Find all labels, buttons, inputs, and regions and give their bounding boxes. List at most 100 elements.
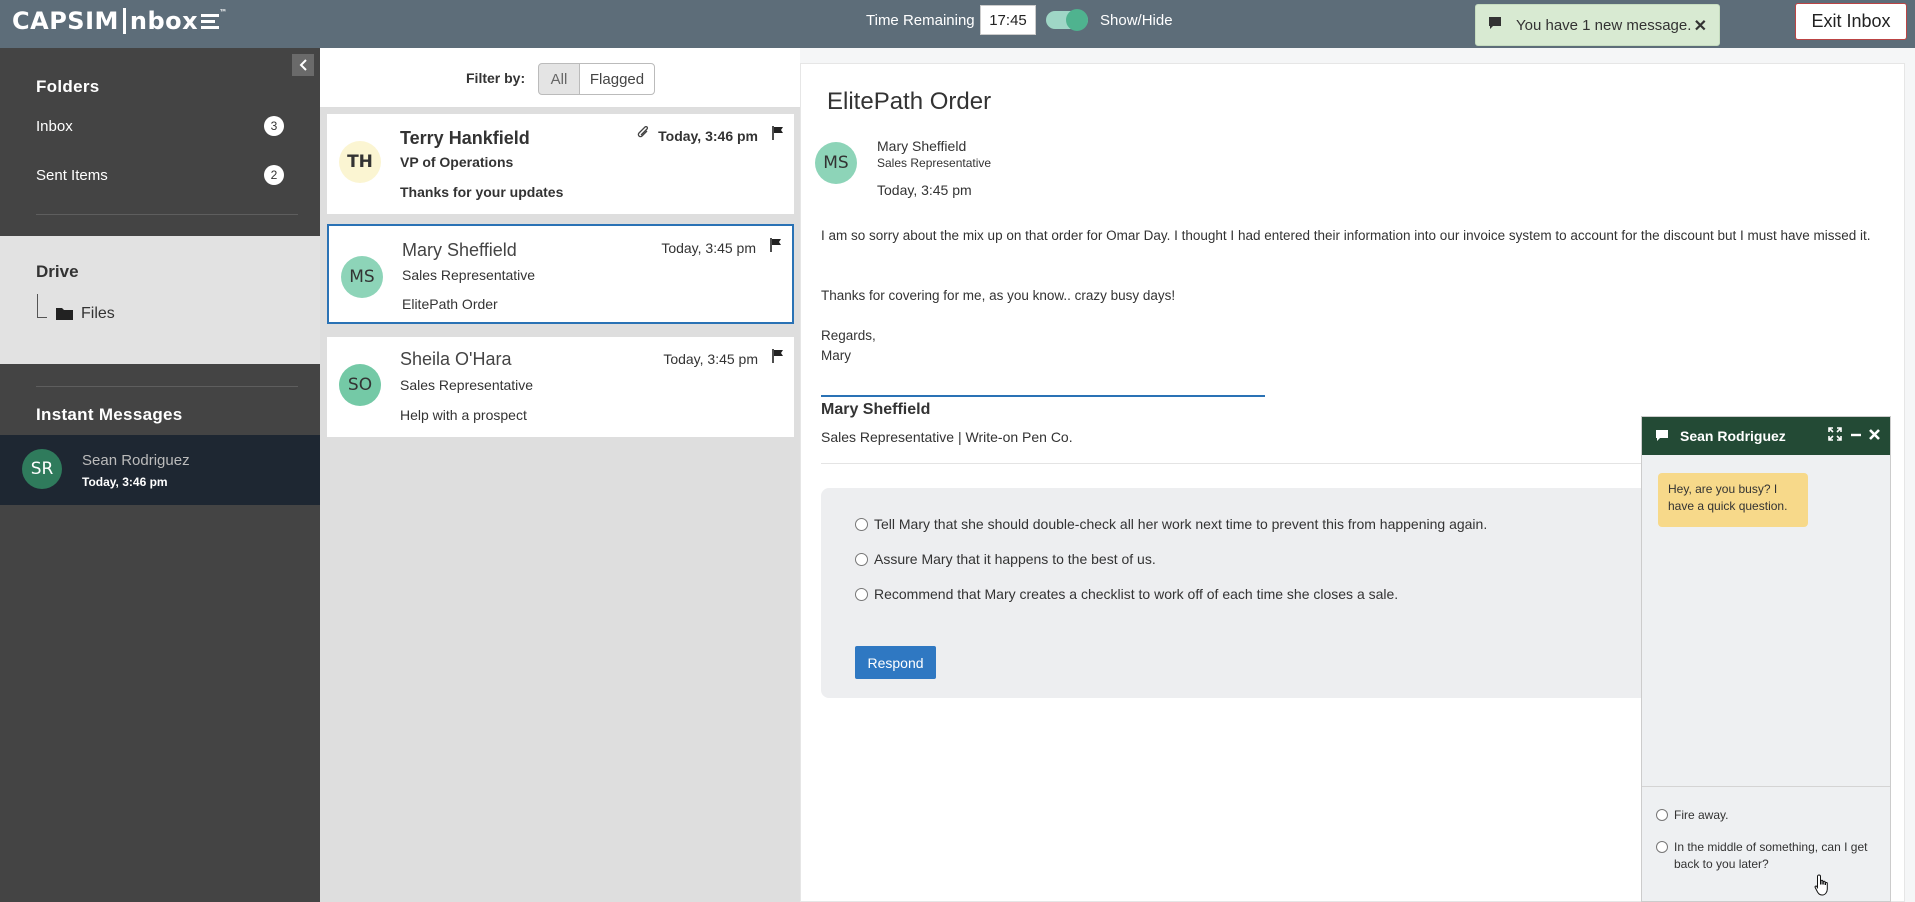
folders-heading: Folders <box>36 77 100 96</box>
response-option-text: Recommend that Mary creates a checklist … <box>874 586 1399 602</box>
sender-role: Sales Representative <box>402 267 536 283</box>
sender-name: Terry Hankfield <box>400 128 530 148</box>
expand-icon[interactable] <box>1828 427 1842 444</box>
response-option[interactable]: Assure Mary that it happens to the best … <box>855 551 1156 567</box>
im-time: Today, 3:46 pm <box>82 475 168 489</box>
time-remaining-label: Time Remaining <box>866 12 975 29</box>
instant-message-item[interactable]: SR Sean Rodriguez Today, 3:46 pm <box>0 435 320 505</box>
tree-connector <box>37 294 47 318</box>
show-hide-label: Show/Hide <box>1100 12 1173 29</box>
message-time: Today, 3:46 pm <box>658 128 758 144</box>
hand-cursor-icon <box>1814 874 1830 901</box>
sidebar-divider <box>36 214 298 215</box>
logo-text-right: nbox <box>129 7 199 35</box>
chevron-left-icon <box>299 59 307 71</box>
toast-text: You have 1 new message. <box>1516 16 1692 34</box>
chat-title: Sean Rodriguez <box>1680 428 1786 444</box>
flag-icon[interactable] <box>770 238 782 257</box>
sender-role: Sales Representative <box>877 156 992 170</box>
drive-heading: Drive <box>36 262 79 281</box>
incoming-chat-message: Hey, are you busy? I have a quick questi… <box>1658 473 1808 527</box>
message-subject: Help with a prospect <box>400 407 527 423</box>
response-option-text: Tell Mary that she should double-check a… <box>874 516 1488 532</box>
email-closing-name: Mary <box>821 348 851 363</box>
radio-button[interactable] <box>855 552 868 566</box>
logo-lines <box>201 13 220 29</box>
capsim-inbox-logo: CAPSIM nbox ™ <box>12 6 228 36</box>
sender-role: VP of Operations <box>400 154 514 170</box>
exit-inbox-button[interactable]: Exit Inbox <box>1795 3 1907 40</box>
sent-items-count-badge: 2 <box>264 165 284 185</box>
flag-icon[interactable] <box>772 349 784 368</box>
logo-text-left: CAPSIM <box>12 7 119 35</box>
folder-item-sent-items[interactable]: Sent Items <box>36 167 108 184</box>
chat-header: Sean Rodriguez <box>1642 417 1890 455</box>
message-time: Today, 3:45 pm <box>661 240 756 256</box>
sent-time: Today, 3:45 pm <box>877 182 972 198</box>
folder-icon <box>56 306 73 325</box>
signature-rule <box>821 395 1265 397</box>
message-card[interactable]: TH Terry Hankfield VP of Operations Than… <box>327 114 794 214</box>
new-message-toast[interactable]: You have 1 new message. ✕ <box>1475 4 1720 46</box>
sender-name: Mary Sheffield <box>402 240 517 260</box>
minimize-icon[interactable] <box>1850 427 1862 444</box>
filter-all-button[interactable]: All <box>538 63 580 95</box>
message-card[interactable]: SO Sheila O'Hara Sales Representative He… <box>327 337 794 437</box>
avatar: TH <box>339 141 381 183</box>
email-closing: Regards, <box>821 328 876 343</box>
attachment-icon <box>636 125 650 145</box>
collapse-sidebar-button[interactable] <box>292 54 314 76</box>
radio-button[interactable] <box>1656 841 1668 853</box>
folder-item-inbox[interactable]: Inbox <box>36 118 73 135</box>
drive-panel: Drive Files <box>0 236 320 364</box>
chat-bubble-icon <box>1488 16 1502 34</box>
toast-close-icon[interactable]: ✕ <box>1694 16 1707 36</box>
message-subject: Thanks for your updates <box>400 184 564 200</box>
radio-button[interactable] <box>855 517 868 531</box>
sender-name: Sheila O'Hara <box>400 349 512 369</box>
email-body-paragraph: I am so sorry about the mix up on that o… <box>821 228 1871 243</box>
response-option[interactable]: Tell Mary that she should double-check a… <box>855 516 1487 532</box>
respond-button[interactable]: Respond <box>855 646 936 679</box>
chat-bubble-icon <box>1655 429 1669 447</box>
avatar: MS <box>341 256 383 298</box>
email-body-paragraph: Thanks for covering for me, as you know.… <box>821 288 1176 303</box>
sidebar-divider <box>36 386 298 387</box>
chat-reply-option[interactable]: In the middle of something, can I get ba… <box>1656 839 1881 873</box>
instant-messages-heading: Instant Messages <box>36 405 183 424</box>
signature-role: Sales Representative | Write-on Pen Co. <box>821 429 1073 445</box>
im-sender-name: Sean Rodriguez <box>82 452 190 469</box>
drive-files-link[interactable]: Files <box>81 305 115 323</box>
show-hide-toggle[interactable] <box>1046 9 1088 31</box>
avatar: SO <box>339 364 381 406</box>
radio-button[interactable] <box>855 587 868 601</box>
chat-reply-text: Fire away. <box>1674 808 1729 822</box>
chat-reply-text: In the middle of something, can I get ba… <box>1674 840 1868 871</box>
top-bar: CAPSIM nbox ™ Time Remaining 17:45 Show/… <box>0 0 1915 48</box>
avatar: SR <box>22 449 62 489</box>
radio-button[interactable] <box>1656 809 1668 821</box>
inbox-count-badge: 3 <box>264 116 284 136</box>
flag-icon[interactable] <box>772 126 784 145</box>
time-remaining-value: 17:45 <box>980 5 1036 35</box>
sender-role: Sales Representative <box>400 377 534 393</box>
response-option-text: Assure Mary that it happens to the best … <box>874 551 1156 567</box>
message-time: Today, 3:45 pm <box>663 351 758 367</box>
filter-label: Filter by: <box>466 70 526 86</box>
message-subject: ElitePath Order <box>402 296 498 312</box>
chat-divider <box>1642 786 1890 787</box>
left-sidebar: Folders Inbox 3 Sent Items 2 Drive Files… <box>0 48 320 902</box>
chat-window: Sean Rodriguez Hey, are you busy? I have… <box>1641 416 1891 902</box>
sender-name: Mary Sheffield <box>877 138 967 154</box>
chat-reply-option[interactable]: Fire away. <box>1656 807 1728 824</box>
response-option[interactable]: Recommend that Mary creates a checklist … <box>855 586 1398 602</box>
message-card-selected[interactable]: MS Mary Sheffield Sales Representative E… <box>327 224 794 324</box>
filter-flagged-button[interactable]: Flagged <box>579 63 655 95</box>
email-subject-title: ElitePath Order <box>827 88 992 115</box>
toggle-knob[interactable] <box>1066 9 1088 31</box>
logo-separator <box>122 8 126 34</box>
close-icon[interactable] <box>1868 427 1881 444</box>
filter-bar: Filter by: All Flagged <box>320 48 800 108</box>
message-list: Filter by: All Flagged TH Terry Hankfiel… <box>320 48 800 902</box>
logo-trademark: ™ <box>219 8 228 17</box>
